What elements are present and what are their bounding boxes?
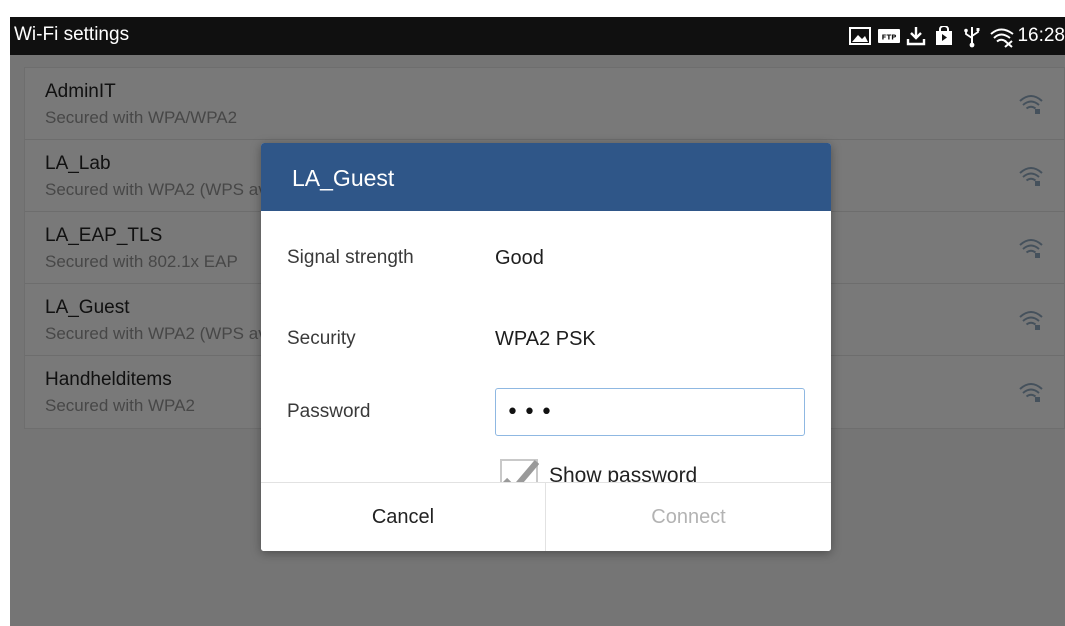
ftp-icon: FTP [874, 24, 902, 48]
show-password-label: Show password [549, 464, 698, 482]
wifi-no-internet-icon [986, 24, 1015, 48]
signal-strength-value: Good [495, 247, 544, 269]
cancel-button[interactable]: Cancel [261, 483, 546, 551]
security-label: Security [287, 328, 356, 349]
store-bag-icon [930, 24, 958, 48]
security-value: WPA2 PSK [495, 328, 596, 350]
android-screen: Wi-Fi settings FTP 16:28 Admi [10, 17, 1065, 626]
image-notification-icon [846, 24, 874, 48]
checkbox-checked-icon [500, 459, 539, 482]
status-clock: 16:28 [1017, 25, 1065, 46]
signal-strength-label: Signal strength [287, 247, 414, 268]
status-icons: FTP 16:28 [846, 23, 1065, 49]
connect-button[interactable]: Connect [546, 483, 831, 551]
ftp-badge-text: FTP [882, 34, 897, 42]
wifi-connect-dialog: LA_Guest Signal strength Good Security W… [261, 143, 831, 551]
password-input[interactable] [495, 388, 805, 436]
status-bar: Wi-Fi settings FTP 16:28 [10, 17, 1065, 55]
dialog-button-bar: Cancel Connect [261, 482, 831, 551]
status-bar-title: Wi-Fi settings [14, 24, 130, 45]
show-password-checkbox[interactable]: Show password [499, 446, 779, 482]
dialog-header: LA_Guest [261, 143, 831, 211]
usb-icon [958, 24, 986, 48]
dialog-title: LA_Guest [292, 165, 395, 191]
download-icon [902, 24, 930, 48]
password-label: Password [287, 401, 371, 422]
